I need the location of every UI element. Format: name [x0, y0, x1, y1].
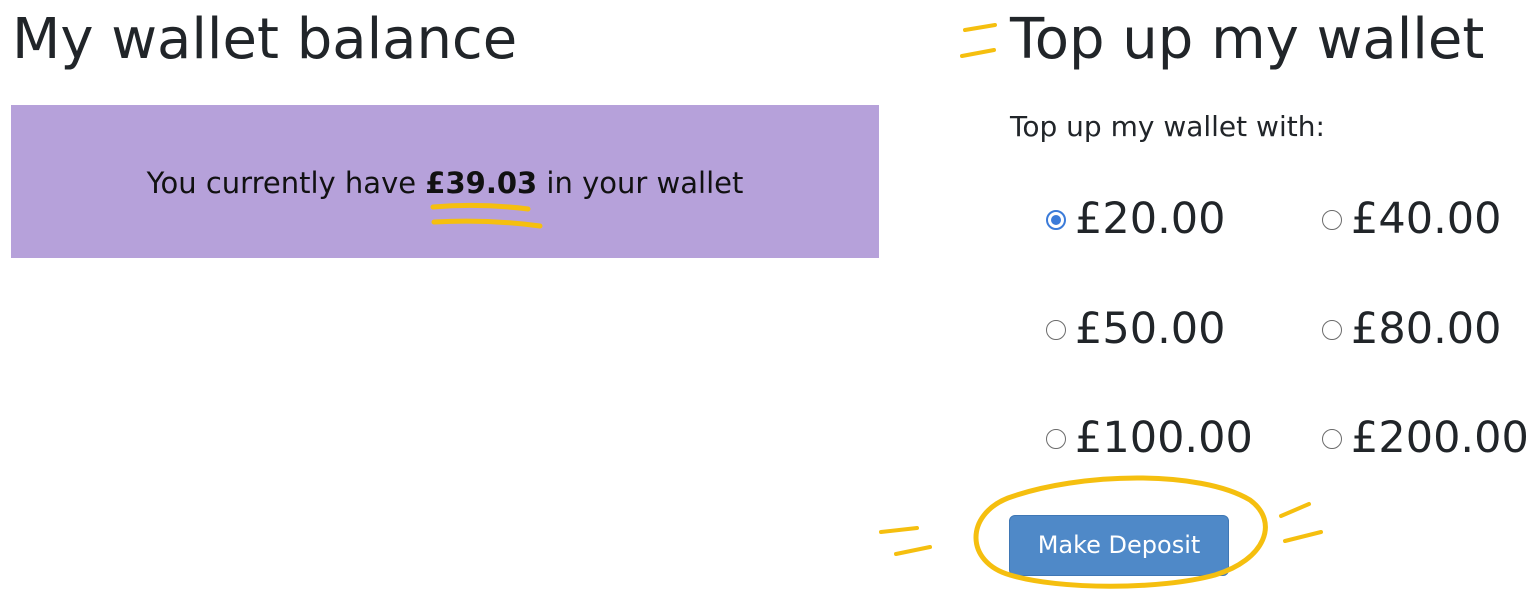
balance-heading: My wallet balance — [12, 7, 518, 72]
radio-button[interactable] — [1046, 209, 1066, 230]
option-label: £40.00 — [1351, 194, 1502, 244]
balance-panel: You currently have £39.03 in your wallet — [11, 105, 879, 258]
balance-message: You currently have £39.03 in your wallet — [11, 169, 879, 198]
topup-option-50[interactable]: £50.00 — [1046, 308, 1225, 351]
annotation-dash — [963, 23, 997, 32]
option-label: £100.00 — [1075, 413, 1253, 463]
radio-button[interactable] — [1322, 319, 1342, 340]
topup-label: Top up my wallet with: — [1010, 110, 1325, 143]
radio-button[interactable] — [1046, 319, 1066, 340]
annotation-dash — [894, 545, 932, 556]
topup-option-200[interactable]: £200.00 — [1322, 417, 1529, 460]
make-deposit-button[interactable]: Make Deposit — [1009, 515, 1229, 576]
radio-button[interactable] — [1322, 209, 1342, 230]
balance-text-before: You currently have — [146, 166, 426, 200]
option-label: £50.00 — [1075, 304, 1226, 354]
option-label: £20.00 — [1075, 194, 1226, 244]
radio-button[interactable] — [1046, 428, 1066, 449]
option-label: £80.00 — [1351, 304, 1502, 354]
topup-option-100[interactable]: £100.00 — [1046, 417, 1253, 460]
radio-button[interactable] — [1322, 428, 1342, 449]
annotation-dash — [1279, 502, 1311, 518]
topup-option-80[interactable]: £80.00 — [1322, 308, 1501, 351]
topup-option-40[interactable]: £40.00 — [1322, 198, 1501, 241]
annotation-dash — [1283, 530, 1323, 543]
topup-heading: Top up my wallet — [1010, 7, 1485, 72]
annotation-dash — [879, 526, 919, 534]
option-label: £200.00 — [1351, 413, 1529, 463]
annotation-dash — [960, 48, 996, 58]
balance-amount: £39.03 — [425, 166, 538, 200]
topup-option-20[interactable]: £20.00 — [1046, 198, 1225, 241]
annotation-marks — [430, 23, 1323, 589]
balance-text-after: in your wallet — [537, 166, 744, 200]
